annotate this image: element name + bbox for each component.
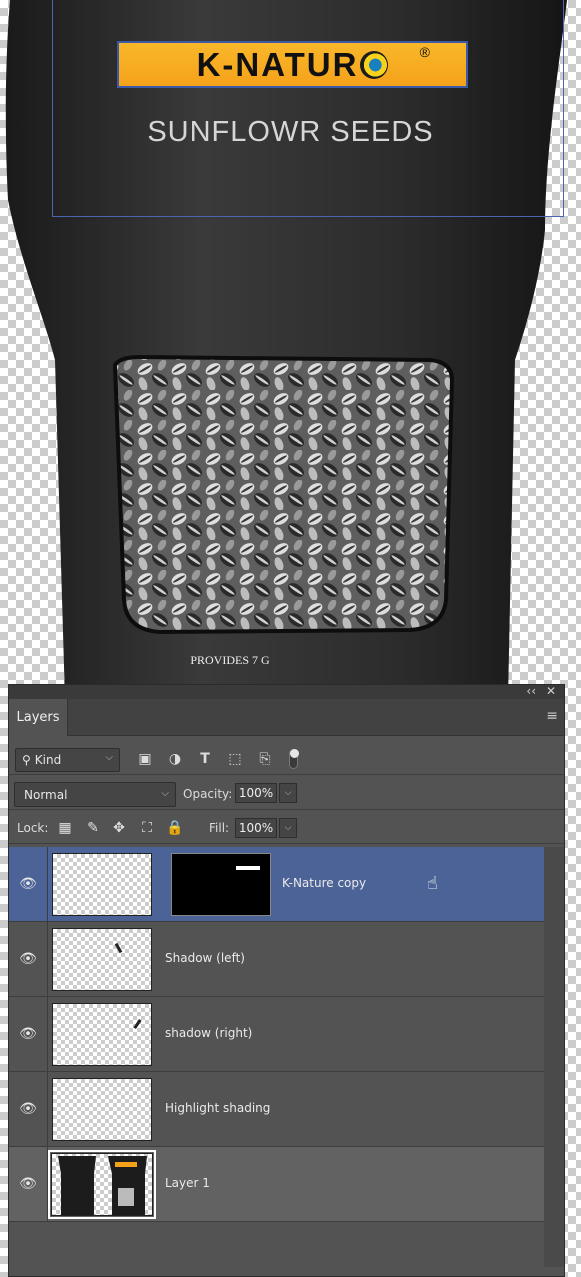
pouch-thumbnail-image — [58, 1156, 147, 1215]
sun-logo-icon — [360, 50, 389, 79]
lock-label: Lock: — [17, 821, 49, 835]
selection-guide — [52, 0, 564, 217]
collapse-panel-button[interactable]: ‹‹ — [526, 684, 536, 698]
hand-cursor-icon: ☝ — [427, 873, 438, 894]
layer-row[interactable]: 👁 K-Nature copy ☝ — [9, 847, 544, 922]
blend-mode-value: Normal — [24, 787, 68, 802]
shadow-stroke — [114, 942, 123, 954]
eye-icon[interactable]: 👁 — [18, 1099, 38, 1119]
chevron-down-icon: ⌵ — [105, 752, 113, 763]
lock-all-icon[interactable]: 🔒 — [166, 819, 184, 837]
layer-row[interactable]: 👁 Highlight shading — [9, 1072, 544, 1147]
lock-position-icon[interactable]: ✥ — [110, 819, 128, 837]
fill-input[interactable]: 100% — [235, 818, 277, 838]
layer-name[interactable]: Highlight shading — [165, 1101, 270, 1115]
filter-toggle[interactable] — [289, 749, 299, 769]
product-name: SUNFLOWR SEEDS — [147, 116, 434, 148]
hamburger-icon[interactable]: ≡ — [546, 708, 558, 724]
divider — [9, 809, 564, 810]
shape-filter-icon[interactable]: ⬚ — [225, 749, 245, 769]
layer-thumbnail[interactable] — [48, 1150, 156, 1219]
filter-kind-select[interactable]: ⚲ Kind ⌵ — [15, 748, 120, 772]
opacity-dropdown-button[interactable]: ⌵ — [279, 783, 297, 803]
layer-thumbnail[interactable] — [52, 928, 152, 991]
layers-scrollbar[interactable] — [544, 847, 564, 1267]
blend-mode-select[interactable]: Normal ⌵ — [14, 782, 176, 807]
panel-titlebar[interactable]: ‹‹ ✕ — [9, 684, 564, 699]
divider — [9, 774, 564, 775]
mask-shape — [236, 866, 260, 870]
eye-icon[interactable]: 👁 — [18, 1024, 38, 1044]
layer-name[interactable]: K-Nature copy — [282, 876, 366, 890]
layer-name[interactable]: shadow (right) — [165, 1026, 252, 1040]
layer-row[interactable]: 👁 shadow (right) — [9, 997, 544, 1072]
layers-panel: ‹‹ ✕ Layers ≡ ⚲ Kind ⌵ ▣ ◑ T ⬚ ⎘ Normal … — [8, 684, 565, 1277]
shadow-stroke — [133, 1019, 142, 1029]
chevron-down-icon: ⌵ — [161, 788, 169, 799]
panel-tab-row: Layers ≡ — [9, 699, 564, 736]
adjustment-filter-icon[interactable]: ◑ — [165, 749, 185, 769]
lock-image-pixels-icon[interactable]: ✎ — [84, 819, 102, 837]
fill-label: Fill: — [209, 821, 230, 835]
eye-icon[interactable]: 👁 — [18, 874, 38, 894]
registered-mark: ® — [419, 44, 430, 60]
image-filter-icon[interactable]: ▣ — [135, 749, 155, 769]
nutrition-text: PROVIDES 7 G — [190, 653, 270, 667]
opacity-input[interactable]: 100% — [235, 783, 277, 803]
artboard-lock-icon[interactable]: ⛶ — [138, 819, 156, 837]
smart-object-filter-icon[interactable]: ⎘ — [255, 749, 275, 769]
layer-row[interactable]: 👁 Shadow (left) — [9, 922, 544, 997]
search-icon: ⚲ — [22, 753, 31, 767]
layer-mask-thumbnail[interactable] — [171, 853, 271, 916]
layer-name[interactable]: Layer 1 — [165, 1176, 210, 1190]
eye-icon[interactable]: 👁 — [18, 1174, 38, 1194]
eye-icon[interactable]: 👁 — [18, 949, 38, 969]
lock-transparency-icon[interactable]: ▦ — [56, 819, 74, 837]
divider — [9, 843, 564, 844]
layer-name[interactable]: Shadow (left) — [165, 951, 245, 965]
opacity-label: Opacity: — [183, 787, 233, 801]
layer-thumbnail[interactable] — [52, 1003, 152, 1066]
filter-kind-label: Kind — [34, 753, 62, 767]
close-panel-button[interactable]: ✕ — [546, 684, 556, 698]
brand-logo-text: K-NATUR — [196, 45, 359, 83]
type-filter-icon[interactable]: T — [195, 749, 215, 769]
layer-thumbnail[interactable] — [52, 1078, 152, 1141]
brand-logo: K-NATUR ® — [117, 41, 468, 88]
layer-row[interactable]: 👁 Layer 1 — [9, 1147, 544, 1222]
tab-layers[interactable]: Layers — [9, 699, 68, 736]
fill-dropdown-button[interactable]: ⌵ — [279, 818, 297, 838]
layer-thumbnail[interactable] — [52, 853, 152, 916]
